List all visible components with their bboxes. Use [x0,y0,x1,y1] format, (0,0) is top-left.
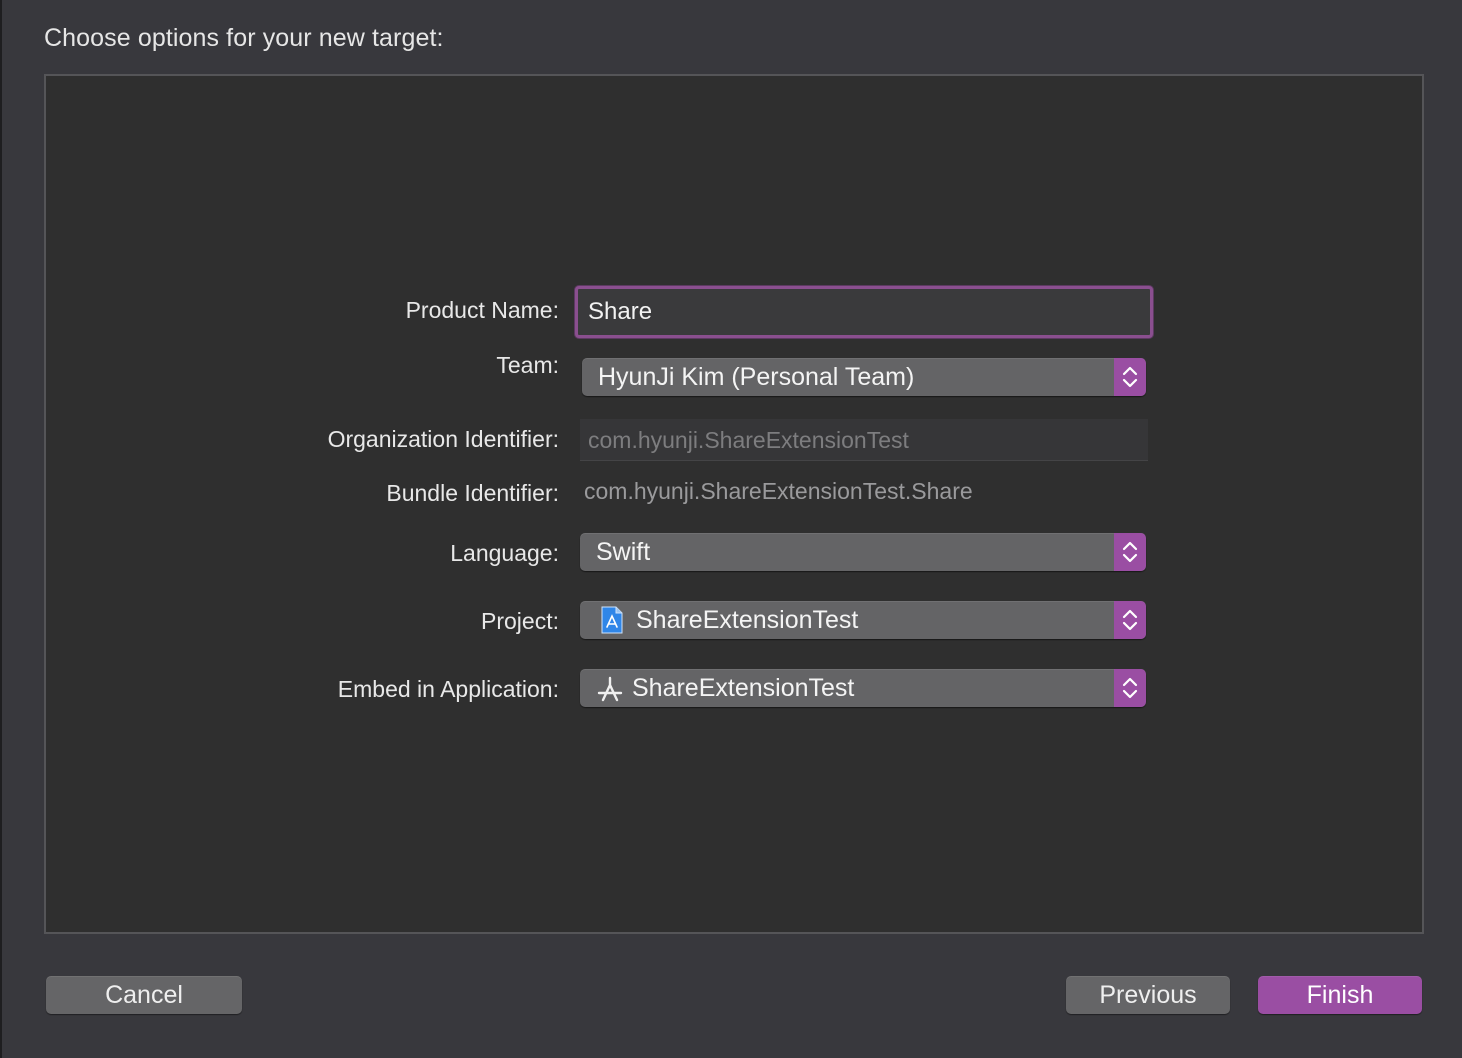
organization-identifier-field: com.hyunji.ShareExtensionTest [580,419,1148,461]
project-label: Project: [481,608,559,634]
language-stepper[interactable] [1114,533,1146,571]
team-label: Team: [496,352,559,378]
organization-identifier-label: Organization Identifier: [327,426,559,452]
sheet-title: Choose options for your new target: [44,24,444,52]
project-popup[interactable]: ShareExtensionTest [580,601,1146,639]
embed-stepper[interactable] [1114,669,1146,707]
product-name-field[interactable] [575,286,1153,338]
language-label: Language: [450,540,559,566]
xcode-project-icon [600,606,624,639]
previous-button[interactable]: Previous [1066,976,1230,1014]
chevron-up-down-icon [1122,677,1138,699]
team-popup-value: HyunJi Kim (Personal Team) [598,363,915,391]
project-popup-value: ShareExtensionTest [636,606,859,634]
new-target-options-sheet: Choose options for your new target: Prod… [0,0,1462,1058]
team-popup[interactable]: HyunJi Kim (Personal Team) [582,358,1146,396]
language-popup-value: Swift [596,538,651,566]
chevron-up-down-icon [1122,541,1138,563]
product-name-label: Product Name: [405,297,559,323]
chevron-up-down-icon [1122,609,1138,631]
bundle-identifier-value: com.hyunji.ShareExtensionTest.Share [584,478,973,504]
bundle-identifier-label: Bundle Identifier: [386,480,559,506]
project-stepper[interactable] [1114,601,1146,639]
embed-popup-value: ShareExtensionTest [632,674,855,702]
embed-in-application-label: Embed in Application: [337,676,559,702]
app-target-icon [595,675,625,707]
chevron-up-down-icon [1122,366,1138,388]
team-stepper[interactable] [1114,358,1146,396]
language-popup[interactable]: Swift [580,533,1146,571]
cancel-button[interactable]: Cancel [46,976,242,1014]
finish-button[interactable]: Finish [1258,976,1422,1014]
embed-in-application-popup[interactable]: ShareExtensionTest [580,669,1146,707]
